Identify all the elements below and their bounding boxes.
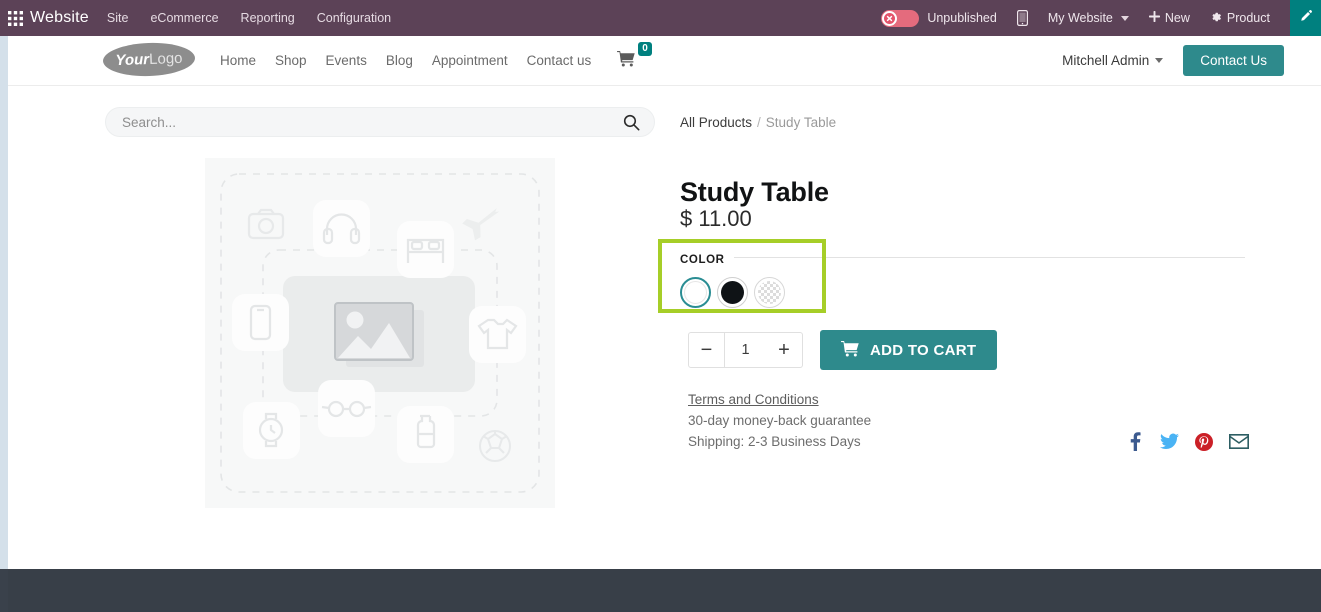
menu-configuration[interactable]: Configuration [317, 11, 391, 25]
pinterest-icon[interactable] [1195, 432, 1213, 451]
backend-topbar: Website Site eCommerce Reporting Configu… [0, 0, 1321, 36]
mobile-icon[interactable] [1016, 10, 1028, 26]
color-attribute-group: COLOR [658, 239, 1245, 313]
email-icon[interactable] [1229, 434, 1249, 449]
legend-divider [680, 257, 1245, 258]
pencil-icon [1299, 9, 1313, 28]
edit-page-button[interactable] [1290, 0, 1321, 36]
menu-reporting[interactable]: Reporting [241, 11, 295, 25]
x-circle-icon [882, 10, 898, 26]
website-selector[interactable]: My Website [1048, 11, 1129, 25]
facebook-icon[interactable] [1127, 432, 1144, 451]
nav-item-events[interactable]: Events [326, 53, 367, 68]
color-attribute-label: COLOR [680, 254, 734, 266]
backend-topbar-right: Unpublished My Website New Product [881, 0, 1321, 36]
terms-and-conditions-link[interactable]: Terms and Conditions [688, 392, 819, 407]
twitter-icon[interactable] [1160, 433, 1179, 450]
logo-text-suffix: Logo [148, 49, 183, 68]
breadcrumb-current: Study Table [765, 115, 837, 130]
nav-item-shop[interactable]: Shop [275, 53, 307, 68]
page-title: Study Table [680, 177, 829, 208]
logo-shape: YourLogo [102, 40, 196, 78]
breadcrumb-separator: / [757, 115, 761, 130]
chevron-down-icon [1155, 58, 1164, 63]
site-header-right: Mitchell Admin Contact Us [1062, 45, 1284, 76]
user-menu-label: Mitchell Admin [1062, 53, 1150, 68]
swatch-fill [758, 281, 781, 304]
color-swatch-black[interactable] [717, 277, 748, 308]
cart-button[interactable]: 0 [617, 41, 652, 72]
color-swatch-list [680, 277, 1245, 308]
quantity-input[interactable] [725, 332, 766, 368]
color-swatch-white[interactable] [680, 277, 711, 308]
page-edge-strip [0, 36, 8, 569]
backend-app-name[interactable]: Website [30, 9, 89, 27]
new-button-label: New [1164, 11, 1190, 25]
social-share-list [1127, 432, 1249, 451]
publish-toggle[interactable] [881, 9, 920, 27]
cart-icon [841, 340, 860, 361]
search-bar[interactable] [105, 107, 655, 137]
search-input[interactable] [120, 113, 623, 131]
breadcrumb: All Products / Study Table [680, 115, 836, 130]
shipping-info-text: Shipping: 2-3 Business Days [688, 434, 861, 449]
site-navigation: Home Shop Events Blog Appointment Contac… [220, 53, 591, 68]
nav-item-appointment[interactable]: Appointment [432, 53, 508, 68]
cart-count-badge: 0 [638, 41, 652, 56]
quantity-stepper: − + [688, 332, 803, 368]
publish-status-label[interactable]: Unpublished [927, 11, 997, 25]
swatch-fill [721, 281, 744, 304]
user-menu[interactable]: Mitchell Admin [1062, 53, 1164, 68]
logo-text-prefix: Your [115, 50, 150, 69]
money-back-guarantee-text: 30-day money-back guarantee [688, 413, 872, 428]
chevron-down-icon [1120, 15, 1129, 21]
nav-item-contact-us[interactable]: Contact us [527, 53, 592, 68]
site-logo[interactable]: YourLogo [102, 40, 196, 79]
contact-us-button[interactable]: Contact Us [1183, 45, 1284, 76]
quantity-increase-button[interactable]: + [766, 332, 803, 368]
website-selector-label: My Website [1047, 11, 1113, 25]
product-price: $ 11.00 [680, 206, 752, 231]
new-button[interactable]: New [1148, 10, 1190, 25]
search-icon[interactable] [623, 114, 640, 131]
product-settings-label: Product [1226, 11, 1270, 25]
nav-item-blog[interactable]: Blog [386, 53, 413, 68]
plus-icon [1148, 10, 1161, 25]
site-footer [0, 569, 1321, 612]
site-header: YourLogo Home Shop Events Blog Appointme… [8, 36, 1321, 86]
product-image-placeholder[interactable] [205, 158, 555, 508]
purchase-row: − + ADD TO CART [688, 330, 998, 370]
menu-site[interactable]: Site [107, 11, 129, 25]
menu-ecommerce[interactable]: eCommerce [150, 11, 218, 25]
footer-inner [8, 569, 1321, 612]
nav-item-home[interactable]: Home [220, 53, 256, 68]
product-settings-button[interactable]: Product [1210, 11, 1270, 26]
quantity-decrease-button[interactable]: − [688, 332, 725, 368]
swatch-fill [684, 281, 707, 304]
backend-menubar: Site eCommerce Reporting Configuration [107, 11, 391, 25]
add-to-cart-button[interactable]: ADD TO CART [820, 330, 998, 370]
main-content: All Products / Study Table Study Table $ 1… [8, 87, 1321, 569]
breadcrumb-all-products[interactable]: All Products [680, 115, 752, 130]
add-to-cart-label: ADD TO CART [870, 341, 977, 359]
product-terms-block: Terms and Conditions 30-day money-back g… [688, 389, 871, 452]
gear-icon [1210, 11, 1222, 26]
shopping-cart-icon [617, 50, 636, 72]
color-swatch-no-color[interactable] [754, 277, 785, 308]
apps-grid-icon[interactable] [0, 0, 30, 36]
logo-text: YourLogo [115, 49, 183, 69]
